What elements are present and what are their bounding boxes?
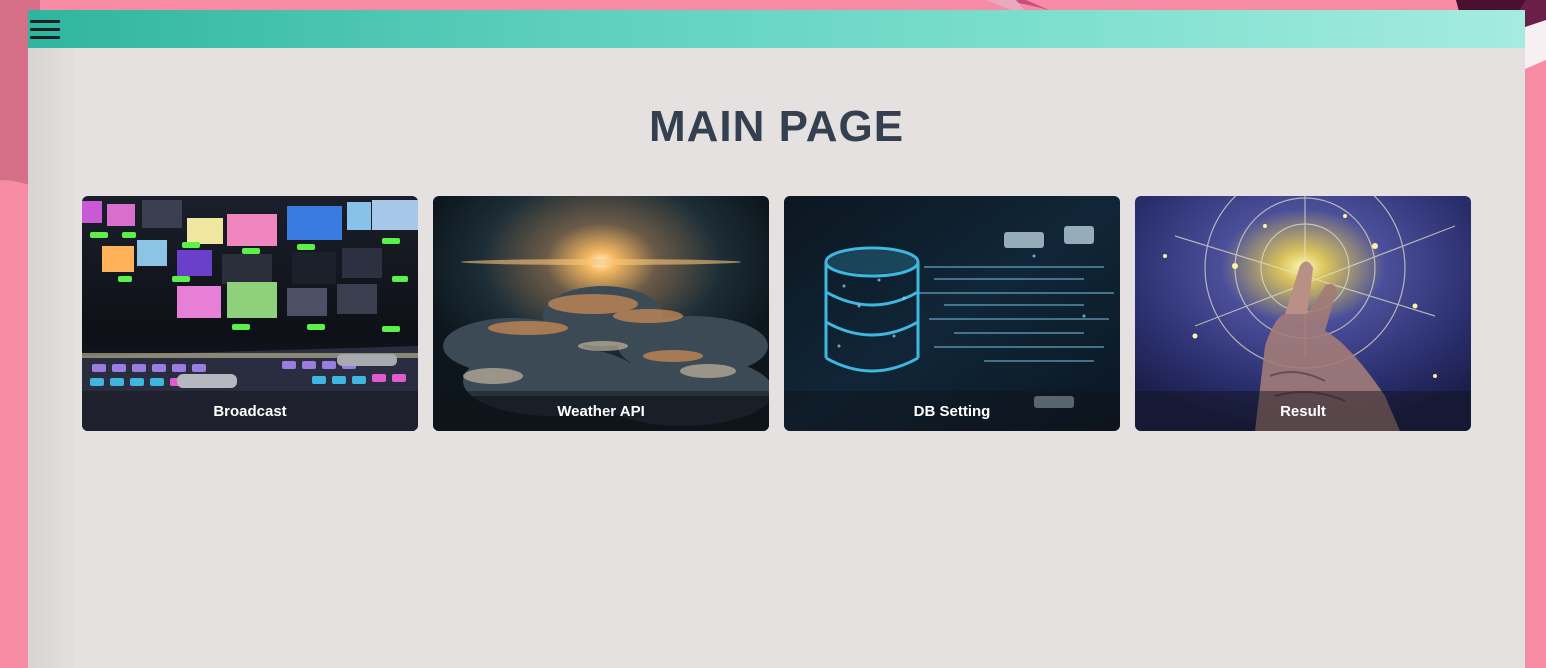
card-label: Broadcast [82,391,418,431]
card-label: Weather API [433,391,769,431]
card-grid: Broadcast Weather API DB Setting Result [82,196,1471,431]
card-label: Result [1135,391,1471,431]
card-weather-api[interactable]: Weather API [433,196,769,431]
menu-line [30,27,60,31]
hamburger-menu-icon[interactable] [30,14,64,44]
menu-line [30,35,60,39]
app-window: MAIN PAGE Broadcast Weather API DB Setti… [28,10,1525,668]
top-bar [28,10,1525,48]
card-db-setting[interactable]: DB Setting [784,196,1120,431]
menu-line [30,19,60,23]
card-label: DB Setting [784,391,1120,431]
page-title: MAIN PAGE [648,102,905,151]
card-broadcast[interactable]: Broadcast [82,196,418,431]
card-result[interactable]: Result [1135,196,1471,431]
